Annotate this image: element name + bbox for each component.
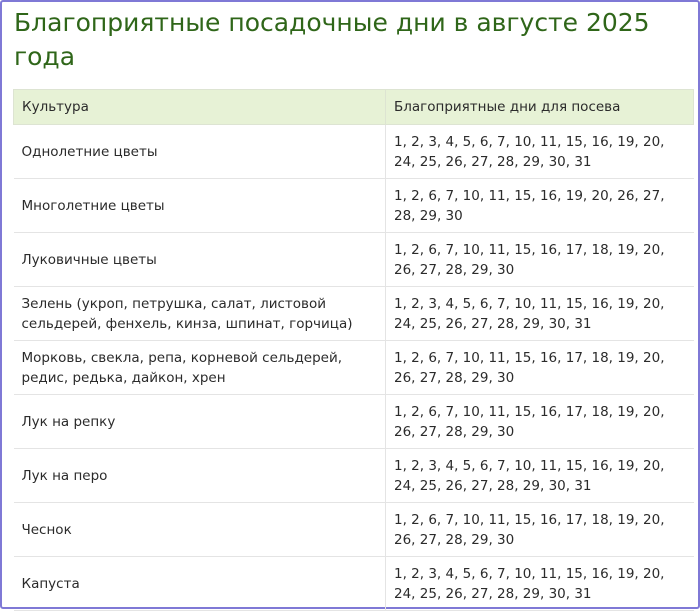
- culture-cell: Лук на перо: [13, 448, 386, 503]
- table-row: Однолетние цветы 1, 2, 3, 4, 5, 6, 7, 10…: [13, 124, 694, 179]
- table-header-row: Культура Благоприятные дни для посева: [13, 89, 694, 125]
- days-cell: 1, 2, 6, 7, 10, 11, 15, 16, 17, 18, 19, …: [385, 502, 694, 557]
- culture-cell: Зелень (укроп, петрушка, салат, листовой…: [13, 286, 386, 341]
- days-cell: 1, 2, 6, 7, 10, 11, 15, 16, 17, 18, 19, …: [385, 340, 694, 395]
- table-row: Морковь, свекла, репа, корневой сельдере…: [13, 340, 694, 395]
- column-header-days: Благоприятные дни для посева: [385, 89, 694, 125]
- table-row: Лук на перо 1, 2, 3, 4, 5, 6, 7, 10, 11,…: [13, 448, 694, 503]
- days-cell: 1, 2, 3, 4, 5, 6, 7, 10, 11, 15, 16, 19,…: [385, 448, 694, 503]
- table-row: Лук на репку 1, 2, 6, 7, 10, 11, 15, 16,…: [13, 394, 694, 449]
- culture-cell: Морковь, свекла, репа, корневой сельдере…: [13, 340, 386, 395]
- table-row: Чеснок 1, 2, 6, 7, 10, 11, 15, 16, 17, 1…: [13, 502, 694, 557]
- days-cell: 1, 2, 6, 7, 10, 11, 15, 16, 17, 18, 19, …: [385, 394, 694, 449]
- table-row: Луковичные цветы 1, 2, 6, 7, 10, 11, 15,…: [13, 232, 694, 287]
- planting-days-table: Культура Благоприятные дни для посева Од…: [13, 89, 694, 611]
- culture-cell: Капуста: [13, 556, 386, 611]
- days-cell: 1, 2, 6, 7, 10, 11, 15, 16, 19, 20, 26, …: [385, 178, 694, 233]
- page-frame: Благоприятные посадочные дни в августе 2…: [0, 0, 700, 611]
- culture-cell: Однолетние цветы: [13, 124, 386, 179]
- table-row: Зелень (укроп, петрушка, салат, листовой…: [13, 286, 694, 341]
- table-row: Капуста 1, 2, 3, 4, 5, 6, 7, 10, 11, 15,…: [13, 556, 694, 611]
- days-cell: 1, 2, 3, 4, 5, 6, 7, 10, 11, 15, 16, 19,…: [385, 556, 694, 611]
- days-cell: 1, 2, 3, 4, 5, 6, 7, 10, 11, 15, 16, 19,…: [385, 286, 694, 341]
- culture-cell: Многолетние цветы: [13, 178, 386, 233]
- table-row: Многолетние цветы 1, 2, 6, 7, 10, 11, 15…: [13, 178, 694, 233]
- days-cell: 1, 2, 6, 7, 10, 11, 15, 16, 17, 18, 19, …: [385, 232, 694, 287]
- page-title: Благоприятные посадочные дни в августе 2…: [14, 8, 650, 71]
- culture-cell: Чеснок: [13, 502, 386, 557]
- culture-cell: Лук на репку: [13, 394, 386, 449]
- days-cell: 1, 2, 3, 4, 5, 6, 7, 10, 11, 15, 16, 19,…: [385, 124, 694, 179]
- column-header-culture: Культура: [13, 89, 386, 125]
- culture-cell: Луковичные цветы: [13, 232, 386, 287]
